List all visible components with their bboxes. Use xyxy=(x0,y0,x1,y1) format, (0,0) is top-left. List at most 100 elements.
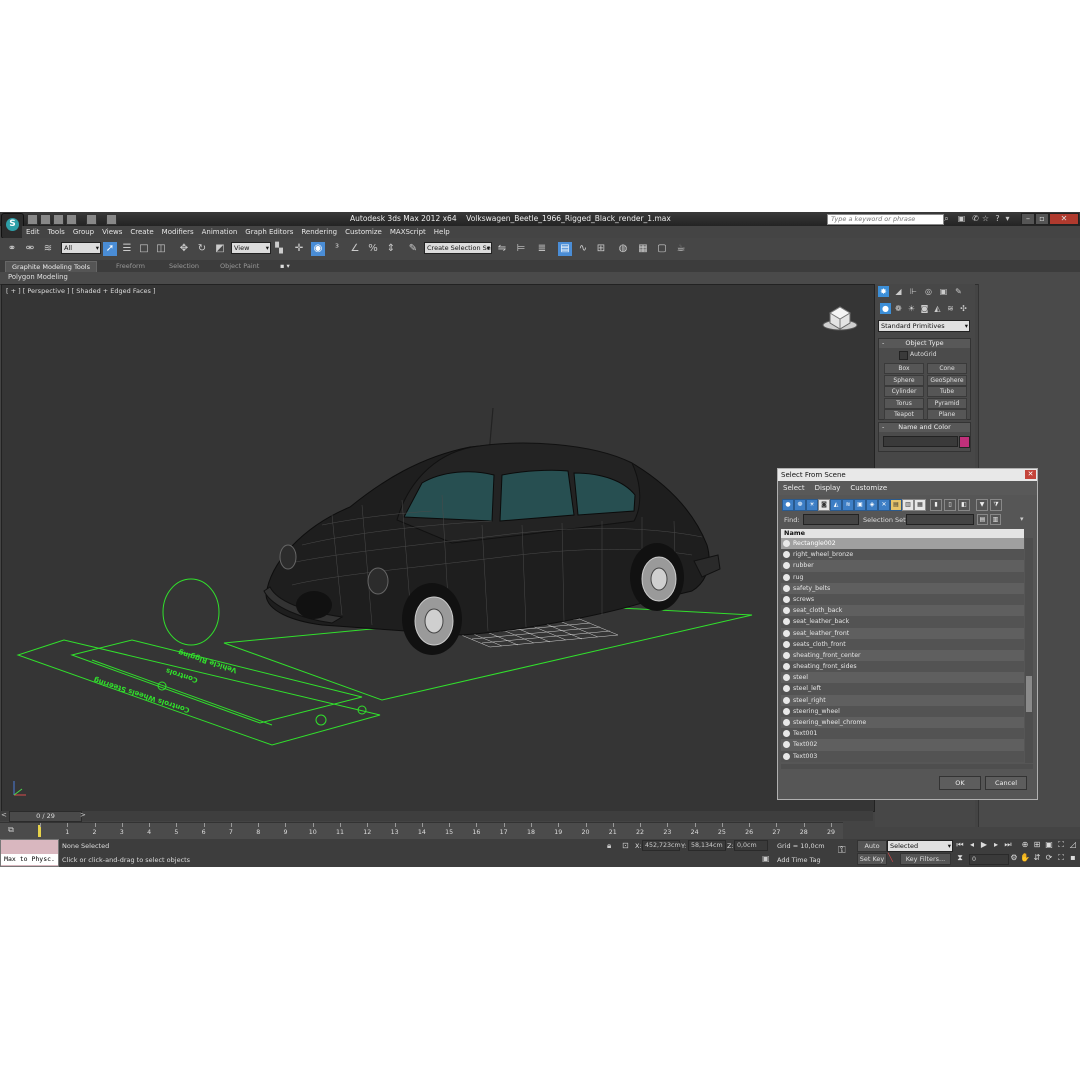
tab-selection[interactable]: Selection xyxy=(163,261,205,271)
display-hidden-icon[interactable]: ▦ xyxy=(914,499,926,511)
named-selection-dropdown[interactable]: Create Selection Se xyxy=(424,242,492,254)
select-none-icon[interactable]: ▯ xyxy=(944,499,956,511)
key-mode-toggle-icon[interactable]: ⧗ xyxy=(955,853,965,863)
shapes-icon[interactable]: ❁ xyxy=(893,303,904,314)
mirror-icon[interactable]: ⇋ xyxy=(495,242,509,256)
lights-icon[interactable]: ☀ xyxy=(906,303,917,314)
list-item[interactable]: safety_belts xyxy=(781,582,1024,594)
cancel-button[interactable]: Cancel xyxy=(985,776,1027,790)
absolute-mode-icon[interactable]: ⊡ xyxy=(622,841,629,850)
list-item[interactable]: steel_left xyxy=(781,683,1024,695)
render-setup-icon[interactable]: ▦ xyxy=(636,242,650,256)
y-coordinate-field[interactable]: 58,134cm xyxy=(688,840,726,851)
motion-tab-icon[interactable]: ◎ xyxy=(923,286,934,297)
select-manipulate-icon[interactable]: ✛ xyxy=(292,242,306,256)
cylinder-button[interactable]: Cylinder xyxy=(884,386,924,397)
list-item[interactable]: right_wheel_bronze xyxy=(781,549,1024,561)
perspective-viewport[interactable]: [ + ] [ Perspective ] [ Shaded + Edged F… xyxy=(1,284,875,812)
menu-customize[interactable]: Customize xyxy=(341,226,386,238)
track-bar[interactable]: ⧉ 1 2 3 4 5 6 7 8 9 10 11 12 13 14 15 16 17 18 19 20 21 22 23 2… xyxy=(0,822,843,839)
spinner-snap-icon[interactable]: ⇕ xyxy=(384,242,398,256)
tab-freeform[interactable]: Freeform xyxy=(110,261,151,271)
pyramid-button[interactable]: Pyramid xyxy=(927,398,967,409)
z-coordinate-field[interactable]: 0,0cm xyxy=(734,840,768,851)
previous-frame-icon[interactable]: ◂ xyxy=(967,840,977,850)
undo-icon[interactable] xyxy=(66,214,77,225)
menu-views[interactable]: Views xyxy=(98,226,126,238)
scale-icon[interactable]: ◩ xyxy=(213,242,227,256)
selection-lock-icon[interactable]: 🔒︎ xyxy=(607,841,611,851)
open-file-icon[interactable] xyxy=(40,214,51,225)
search-icon[interactable]: ⌕ xyxy=(942,214,951,223)
teapot-button[interactable]: Teapot xyxy=(884,409,924,420)
move-icon[interactable]: ✥ xyxy=(177,242,191,256)
list-scrollbar-thumb[interactable] xyxy=(1026,676,1032,712)
window-crossing-icon[interactable]: ◫ xyxy=(154,242,168,256)
menu-graph-editors[interactable]: Graph Editors xyxy=(241,226,297,238)
communication-icon[interactable]: ✆ xyxy=(971,214,980,223)
systems-icon[interactable]: ✣ xyxy=(958,303,969,314)
minimize-button[interactable]: – xyxy=(1021,213,1035,225)
list-item[interactable]: seat_leather_front xyxy=(781,627,1024,639)
zoom-all-icon[interactable]: ⊞ xyxy=(1032,840,1042,850)
list-item[interactable]: Text003 xyxy=(781,750,1024,762)
menu-maxscript[interactable]: MAXScript xyxy=(386,226,430,238)
add-time-tag[interactable]: Add Time Tag xyxy=(777,856,821,864)
menu-modifiers[interactable]: Modifiers xyxy=(158,226,198,238)
menu-create[interactable]: Create xyxy=(126,226,157,238)
display-groups-icon[interactable]: ▣ xyxy=(854,499,866,511)
torus-button[interactable]: Torus xyxy=(884,398,924,409)
render-production-icon[interactable]: ☕ xyxy=(674,242,688,256)
hierarchy-tab-icon[interactable]: ⊩ xyxy=(908,286,919,297)
help-icon[interactable]: ? xyxy=(993,214,1002,223)
menu-tools[interactable]: Tools xyxy=(44,226,69,238)
orbit-icon[interactable]: ⟳ xyxy=(1044,853,1054,863)
select-all-icon[interactable]: ▮ xyxy=(930,499,942,511)
ok-button[interactable]: OK xyxy=(939,776,981,790)
dialog-close-button[interactable]: ✕ xyxy=(1025,470,1036,479)
edit-named-selection-icon[interactable]: ✎ xyxy=(406,242,420,256)
list-scrollbar[interactable] xyxy=(1025,538,1033,763)
pivot-center-icon[interactable]: ▚ xyxy=(272,242,286,256)
tab-object-paint[interactable]: Object Paint xyxy=(214,261,265,271)
list-item[interactable]: steering_wheel xyxy=(781,705,1024,717)
dialog-menu-select[interactable]: Select xyxy=(778,481,810,495)
list-item[interactable]: sheating_front_center xyxy=(781,649,1024,662)
name-color-header[interactable]: - Name and Color xyxy=(879,423,970,432)
angle-snap-icon[interactable]: ∠ xyxy=(348,242,362,256)
list-item[interactable]: seat_leather_back xyxy=(781,616,1024,628)
layer-manager-icon[interactable]: ≣ xyxy=(535,242,549,256)
material-editor-icon[interactable]: ◍ xyxy=(616,242,630,256)
tube-button[interactable]: Tube xyxy=(927,386,967,397)
schematic-view-icon[interactable]: ⊞ xyxy=(594,242,608,256)
zoom-extents-icon[interactable]: ▣ xyxy=(1044,840,1054,850)
filter-settings-icon[interactable]: ⧩ xyxy=(990,499,1002,511)
restore-button[interactable]: ▫ xyxy=(1035,213,1049,225)
align-icon[interactable]: ⊨ xyxy=(514,242,528,256)
list-item[interactable]: screws xyxy=(781,593,1024,606)
polygon-modeling-label[interactable]: Polygon Modeling xyxy=(8,273,68,281)
save-file-icon[interactable] xyxy=(53,214,64,225)
bind-spacewarp-icon[interactable]: ≋ xyxy=(41,242,55,256)
display-geometry-icon[interactable]: ● xyxy=(782,499,794,511)
set-key-icon[interactable]: ╲ xyxy=(888,853,893,862)
x-coordinate-field[interactable]: 452,723cm xyxy=(642,840,681,851)
rendered-frame-window-icon[interactable]: ▢ xyxy=(655,242,669,256)
close-button[interactable]: ✕ xyxy=(1049,213,1079,225)
snaps-toggle-icon[interactable]: ³ xyxy=(330,242,344,256)
list-item[interactable]: Text002 xyxy=(781,739,1024,751)
edit-selection-set-icon[interactable]: ▤ xyxy=(977,514,988,525)
zoom-icon[interactable]: ⊕ xyxy=(1020,840,1030,850)
cameras-icon[interactable]: ◙ xyxy=(919,303,930,314)
geosphere-button[interactable]: GeoSphere xyxy=(927,375,967,386)
find-input[interactable] xyxy=(803,514,859,525)
pan-icon[interactable]: ✋ xyxy=(1020,853,1030,863)
graphite-toggle-icon[interactable]: ▤ xyxy=(558,242,572,256)
list-item[interactable]: steel xyxy=(781,672,1024,684)
spacewarps-icon[interactable]: ≋ xyxy=(945,303,956,314)
curve-editor-icon[interactable]: ∿ xyxy=(576,242,590,256)
geometry-icon[interactable]: ● xyxy=(880,303,891,314)
display-spacewarps-icon[interactable]: ≋ xyxy=(842,499,854,511)
time-prev-icon[interactable]: < xyxy=(1,811,7,819)
new-file-icon[interactable] xyxy=(27,214,38,225)
